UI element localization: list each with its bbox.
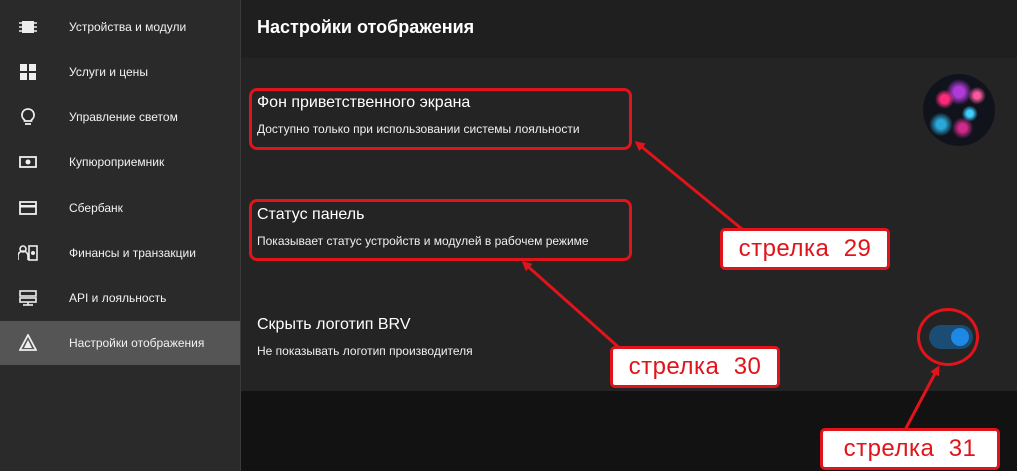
annotation-label-29: стрелка 29 bbox=[720, 228, 890, 270]
annotation-label-30: стрелка 30 bbox=[610, 346, 780, 388]
annotation-label-31: стрелка 31 bbox=[820, 428, 1000, 470]
arrow-29 bbox=[634, 141, 749, 236]
arrow-30 bbox=[521, 261, 625, 354]
arrow-31 bbox=[903, 365, 940, 431]
